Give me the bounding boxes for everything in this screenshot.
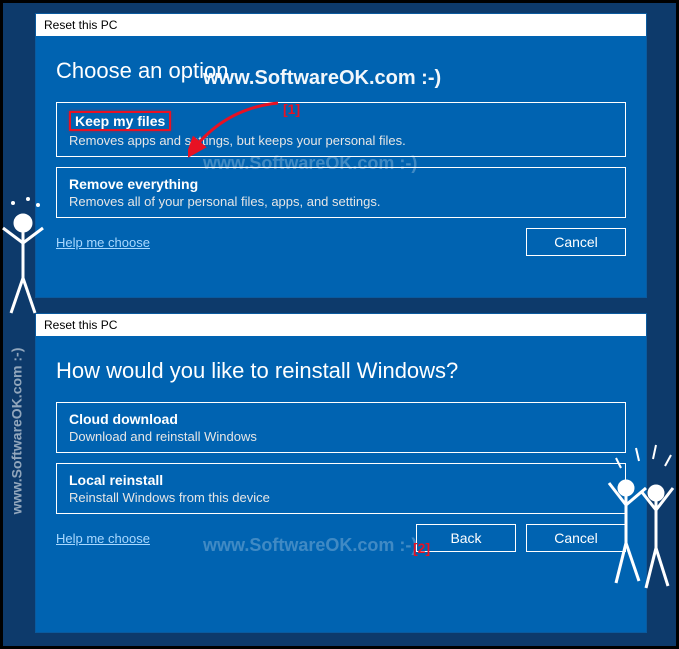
cancel-button[interactable]: Cancel — [526, 524, 626, 552]
option-description: Removes apps and settings, but keeps you… — [69, 133, 613, 148]
page-heading: How would you like to reinstall Windows? — [56, 358, 626, 384]
option-title: Keep my files — [69, 111, 613, 131]
reset-pc-dialog-1: Reset this PC Choose an option Keep my f… — [35, 13, 647, 298]
option-description: Removes all of your personal files, apps… — [69, 194, 613, 209]
dialog-titlebar: Reset this PC — [36, 14, 646, 36]
cancel-button[interactable]: Cancel — [526, 228, 626, 256]
option-title: Local reinstall — [69, 472, 613, 488]
dialog-title: Reset this PC — [44, 18, 117, 32]
watermark-side: www.SoftwareOK.com :-) — [8, 348, 24, 515]
dialog-titlebar: Reset this PC — [36, 314, 646, 336]
reset-pc-dialog-2: Reset this PC How would you like to rein… — [35, 313, 647, 633]
option-local-reinstall[interactable]: Local reinstall Reinstall Windows from t… — [56, 463, 626, 514]
highlight-annotation: Keep my files — [69, 111, 171, 131]
help-me-choose-link[interactable]: Help me choose — [56, 531, 150, 546]
dialog-body: Choose an option Keep my files Removes a… — [36, 36, 646, 270]
dialog-footer: Help me choose Cancel — [56, 228, 626, 256]
option-title: Cloud download — [69, 411, 613, 427]
page-heading: Choose an option — [56, 58, 626, 84]
help-me-choose-link[interactable]: Help me choose — [56, 235, 150, 250]
dialog-body: How would you like to reinstall Windows?… — [36, 336, 646, 566]
annotation-label-2: [2] — [413, 540, 430, 556]
dialog-title: Reset this PC — [44, 318, 117, 332]
button-row: Back Cancel — [416, 524, 626, 552]
option-description: Download and reinstall Windows — [69, 429, 613, 444]
dialog-footer: Help me choose Back Cancel — [56, 524, 626, 552]
option-remove-everything[interactable]: Remove everything Removes all of your pe… — [56, 167, 626, 218]
back-button[interactable]: Back — [416, 524, 516, 552]
option-keep-my-files[interactable]: Keep my files Removes apps and settings,… — [56, 102, 626, 157]
option-description: Reinstall Windows from this device — [69, 490, 613, 505]
option-title: Remove everything — [69, 176, 613, 192]
annotation-label-1: [1] — [283, 101, 300, 117]
option-cloud-download[interactable]: Cloud download Download and reinstall Wi… — [56, 402, 626, 453]
button-row: Cancel — [526, 228, 626, 256]
